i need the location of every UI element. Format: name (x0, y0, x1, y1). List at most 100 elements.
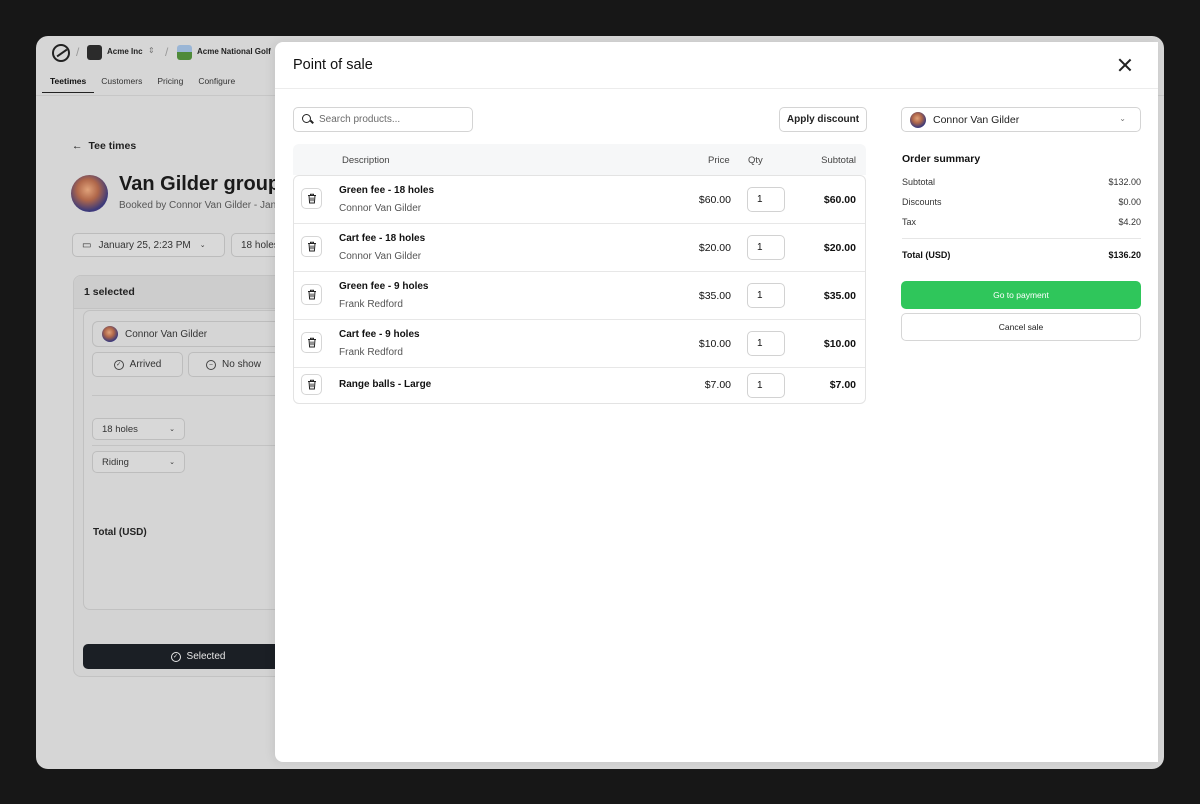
minus-circle-icon: – (206, 359, 217, 370)
search-icon (302, 114, 313, 125)
guest-name: Connor Van Gilder (125, 328, 208, 340)
trash-icon[interactable] (301, 284, 322, 305)
item-customer: Connor Van Gilder (339, 203, 422, 214)
check-circle-icon: ✓ (113, 359, 124, 370)
chevron-down-icon: ⌄ (1119, 114, 1126, 123)
tab-customers[interactable]: Customers (101, 76, 142, 93)
breadcrumb-separator: / (76, 45, 80, 59)
trash-icon[interactable] (301, 374, 322, 395)
avatar (71, 175, 108, 212)
apply-discount-button[interactable]: Apply discount (779, 107, 867, 132)
trash-icon[interactable] (301, 236, 322, 257)
go-to-payment-button[interactable]: Go to payment (901, 281, 1141, 309)
item-price: $20.00 (698, 242, 731, 254)
tab-configure[interactable]: Configure (198, 76, 235, 93)
no-show-label: No show (222, 359, 261, 370)
calendar-icon: ▭ (82, 239, 92, 251)
table-row: Green fee - 18 holes Connor Van Gilder $… (294, 176, 865, 224)
selected-button-label: Selected (186, 651, 226, 662)
cancel-sale-button[interactable]: Cancel sale (901, 313, 1141, 341)
table-header: Description Price Qty Subtotal (293, 144, 866, 175)
table-body: Green fee - 18 holes Connor Van Gilder $… (293, 175, 866, 404)
tab-teetimes[interactable]: Teetimes (42, 76, 95, 93)
item-subtotal: $10.00 (823, 338, 856, 350)
quantity-input[interactable]: 1 (747, 373, 785, 398)
quantity-input[interactable]: 1 (747, 331, 785, 356)
course-switcher[interactable]: Acme National Golf (197, 47, 271, 56)
page-title: Van Gilder group (119, 173, 281, 195)
cart-select[interactable]: Riding ⌄ (92, 451, 185, 473)
arrived-button[interactable]: ✓ Arrived (92, 352, 183, 377)
date-picker-value: January 25, 2:23 PM (98, 239, 191, 251)
avatar (102, 326, 118, 342)
summary-value: $136.20 (1108, 250, 1141, 260)
chevron-down-icon: ⌄ (169, 459, 175, 466)
app-logo-icon[interactable] (52, 44, 70, 62)
summary-value: $132.00 (1108, 177, 1141, 187)
item-name: Cart fee - 18 holes (339, 233, 426, 244)
customer-select-value: Connor Van Gilder (933, 113, 1020, 126)
order-summary-title: Order summary (902, 153, 981, 165)
total-label: Total (USD) (93, 527, 147, 538)
product-search[interactable] (293, 107, 473, 132)
main-nav: Teetimes Customers Pricing Configure (42, 76, 235, 93)
no-show-button[interactable]: – No show (188, 352, 279, 377)
tab-pricing[interactable]: Pricing (157, 76, 183, 93)
quantity-input[interactable]: 1 (747, 187, 785, 212)
arrow-left-icon: ← (72, 140, 83, 152)
item-price: $7.00 (704, 379, 731, 391)
check-circle-icon: ✓ (170, 651, 181, 662)
trash-icon[interactable] (301, 188, 322, 209)
chevron-down-icon: ⌄ (199, 242, 206, 249)
table-row: Cart fee - 9 holes Frank Redford $10.00 … (294, 320, 865, 368)
table-row: Green fee - 9 holes Frank Redford $35.00… (294, 272, 865, 320)
chevron-down-icon: ⌄ (169, 426, 175, 433)
item-name: Cart fee - 9 holes (339, 329, 420, 340)
search-input[interactable] (319, 114, 459, 125)
pos-modal: Point of sale Apply discount Description… (275, 42, 1158, 762)
summary-total: Total (USD) $136.20 (902, 250, 1141, 260)
app-window: / Acme Inc ⇕ / Acme National Golf Teetim… (36, 36, 1164, 769)
quantity-input[interactable]: 1 (747, 283, 785, 308)
summary-label: Discounts (902, 197, 942, 207)
date-picker[interactable]: ▭ January 25, 2:23 PM ⌄ (72, 233, 225, 257)
divider (902, 238, 1141, 239)
column-qty: Qty (748, 155, 763, 166)
summary-label: Total (USD) (902, 250, 951, 260)
item-customer: Frank Redford (339, 347, 403, 358)
org-icon (87, 45, 102, 60)
item-subtotal: $60.00 (823, 194, 856, 206)
item-subtotal: $20.00 (823, 242, 856, 254)
holes-select[interactable]: 18 holes ⌄ (92, 418, 185, 440)
item-name: Green fee - 18 holes (339, 185, 435, 196)
item-name: Range balls - Large (339, 379, 432, 390)
customer-select[interactable]: Connor Van Gilder ⌄ (901, 107, 1141, 132)
breadcrumb-separator: / (165, 45, 169, 59)
cart-select-value: Riding (102, 456, 129, 468)
item-customer: Frank Redford (339, 299, 403, 310)
item-customer: Connor Van Gilder (339, 251, 422, 262)
booking-subtitle: Booked by Connor Van Gilder - Jan (119, 200, 277, 211)
holes-select-value: 18 holes (102, 423, 138, 435)
quantity-input[interactable]: 1 (747, 235, 785, 260)
summary-subtotal: Subtotal $132.00 (902, 177, 1141, 187)
modal-header: Point of sale (275, 42, 1158, 89)
org-switcher[interactable]: Acme Inc (107, 47, 143, 56)
back-link[interactable]: ← Tee times (72, 140, 136, 152)
arrived-label: Arrived (129, 359, 162, 370)
summary-discounts: Discounts $0.00 (902, 197, 1141, 207)
item-price: $10.00 (698, 338, 731, 350)
summary-label: Tax (902, 217, 917, 227)
column-description: Description (342, 155, 390, 166)
summary-tax: Tax $4.20 (902, 217, 1141, 227)
item-name: Green fee - 9 holes (339, 281, 429, 292)
summary-label: Subtotal (902, 177, 936, 187)
trash-icon[interactable] (301, 332, 322, 353)
summary-value: $4.20 (1118, 217, 1141, 227)
item-price: $60.00 (698, 194, 731, 206)
chevron-updown-icon[interactable]: ⇕ (148, 46, 155, 55)
item-subtotal: $35.00 (823, 290, 856, 302)
item-subtotal: $7.00 (829, 379, 856, 391)
course-icon (177, 45, 192, 60)
close-icon[interactable] (1118, 58, 1132, 72)
